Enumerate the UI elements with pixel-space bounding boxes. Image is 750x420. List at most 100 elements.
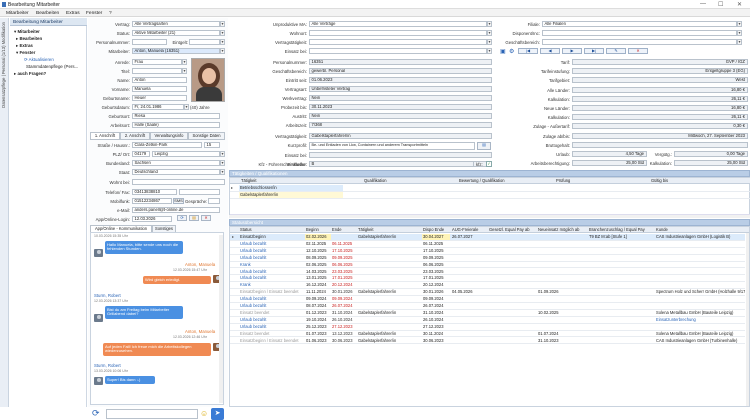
tab-verwaltungsinfo[interactable]: Verwaltungsinfo [150,132,188,139]
status-row[interactable]: Krank 02.06.2025 06.06.2025 06.06.2025 [230,262,745,269]
tree-item-fragen[interactable]: ▸ auch Fragen? [14,71,46,77]
skills-col-qualifikation[interactable]: Qualifikation [363,178,387,183]
mitarbeiter-select[interactable]: Anton, Manuela (16351) [132,48,220,54]
settings-icon[interactable]: ⚙ [509,48,517,55]
name-input[interactable]: Anton [132,77,187,83]
anrede-dropdown-icon[interactable]: ▾ [182,59,187,65]
refresh-icon[interactable]: ⟳ [92,408,102,420]
col-ende[interactable]: Ende [331,227,342,232]
titel-input[interactable] [132,68,182,74]
status-row[interactable]: Einsatzbeginn / Einsatz beendet 11.11.202… [230,289,745,297]
close-button[interactable]: ✕ [737,1,742,8]
unproduktiv-select[interactable]: Alle Verträge [309,21,487,27]
filiale-select[interactable]: Alle Filialen [542,21,737,27]
menu-fenster[interactable]: Fenster [86,11,102,16]
status-row[interactable]: Einsatzbeginn / Einsatz beendet 01.06.202… [230,338,745,345]
disponent-dropdown-icon[interactable]: ▾ [737,30,742,36]
strasse-input[interactable]: Clara-Zetkin-Park [132,142,202,148]
status-row[interactable]: Krank 16.12.2024 20.12.2024 20.12.2024 [230,282,745,290]
emoji-icon[interactable]: ☺ [200,409,209,419]
app-folder-icon[interactable]: ▤ [189,215,199,221]
status-row[interactable]: ▸ Einsatzbeginn 02.02.2026 Gabelstaplerfahr… [230,234,745,241]
kurzprofil-text[interactable]: Be- und Entladen von Lkw, Containern und… [309,142,475,150]
status-row[interactable]: Urlaub bezahlt 02.11.2025 06.11.2025 06.11.… [230,241,745,248]
telefon-input[interactable]: 03413838810 [132,189,177,195]
tab-app-kommunikation[interactable]: App/Online - Kommunikation [90,225,152,232]
bundesland-select[interactable]: Sachsen [132,160,220,166]
status-row[interactable]: Urlaub bezahlt 13.01.2025 17.01.2025 17.01.… [230,275,745,283]
menu-extras[interactable]: Extras [66,11,80,16]
app-sync-icon[interactable]: ⟳ [177,215,187,221]
disponent-select[interactable] [542,30,737,36]
col-branchenzuschlag[interactable]: Branchenzuschlag / Equal Pay [588,227,645,232]
col-neueinsatz[interactable]: Neueinsatz möglich ab [537,227,579,232]
col-beginn[interactable]: Beginn [305,227,319,232]
staat-select[interactable]: Deutschland [132,169,220,175]
col-equal-pay[interactable]: Gesetzl. Equal Pay ab [488,227,530,232]
status-dropdown-icon[interactable]: ▾ [220,30,225,36]
chat-message-input[interactable] [106,409,198,419]
skills-col-bewertung[interactable]: Bewertung / Qualifikation [458,178,505,183]
mitarbeiter-dropdown-icon[interactable]: ▾ [220,48,225,54]
status-row[interactable]: Urlaub bezahlt 14.03.2025 23.03.2025 23.03.… [230,269,745,276]
skills-col-pruefung[interactable]: Prüfung [555,178,570,183]
geburtsdatum-input[interactable]: Fr, 24.01.1986 [132,104,184,110]
wohnort-select[interactable] [309,30,487,36]
unproduktiv-dropdown-icon[interactable]: ▾ [487,21,492,27]
anrede-select[interactable]: Frau [132,59,182,65]
kurzprofil-edit-icon[interactable]: ▤ [477,142,491,150]
app-remove-icon[interactable]: ✕ [201,215,211,221]
wohnt-bei-input[interactable] [132,179,225,185]
filiale-dropdown-icon[interactable]: ▾ [737,21,742,27]
status-row[interactable]: Urlaub bezahlt 08.07.2024 26.07.2024 26.07.… [230,303,745,310]
tab-chat-sonstiges[interactable]: Sonstiges [152,225,176,232]
menu-help[interactable]: ? [109,11,112,16]
tree-item-aktualisieren[interactable]: ⟳ Aktualisieren [24,57,54,63]
fax-input[interactable] [179,189,220,195]
minimize-button[interactable]: — [700,1,706,7]
geburtsname-input[interactable]: Heuer [132,95,187,101]
vertrag-dropdown-icon[interactable]: ▾ [220,21,225,27]
gespraeche-input[interactable] [208,198,220,204]
app-login-input[interactable]: 12.03.2026 [132,216,172,222]
vertrag-select[interactable]: Alle Vertragsarten [132,21,220,27]
status-row[interactable]: Einsatz beendet 01.07.2023 13.12.2023 Gabel… [230,331,745,338]
menu-bearbeiten[interactable]: Bearbeiten [36,11,59,16]
vorname-input[interactable]: Manuela [132,86,187,92]
gbereich-select[interactable] [542,39,737,45]
staat-dropdown-icon[interactable]: ▾ [220,169,225,175]
col-aug[interactable]: AUG-Freierale [451,227,478,232]
splitter[interactable] [229,215,750,218]
personalnummer-input[interactable] [132,39,167,45]
skills-col-taetigkeit[interactable]: Tätigkeit [240,178,256,183]
status-row[interactable]: Einsatz beendet 01.12.2023 31.10.2024 Gabel… [230,310,745,317]
bundesland-dropdown-icon[interactable]: ▾ [220,160,225,166]
kfz-checkbox[interactable]: ✓ [486,161,492,167]
status-scrollbar[interactable] [746,233,749,406]
entgelt-dropdown-icon[interactable]: ▾ [220,39,225,45]
skills-col-gueltig[interactable]: Gültig bis [650,178,668,183]
arbeitsort-input[interactable]: Halle (Saale) [132,122,220,128]
col-kunde[interactable]: Kunde [655,227,668,232]
maximize-button[interactable]: ☐ [718,1,723,8]
tree-item-mitarbeiter[interactable]: ▾ Mitarbeiter [14,29,40,35]
entgelt-input[interactable] [189,39,220,45]
ort-dropdown-icon[interactable]: ▾ [220,151,225,157]
status-row[interactable]: Urlaub bezahlt 19.10.2024 26.10.2024 26.10.… [230,317,745,324]
col-status[interactable]: Status [239,227,252,232]
tree-item-bearbeiten[interactable]: ▸ Bearbeiten [16,36,42,42]
geburtsort-input[interactable]: Riesa [132,113,220,119]
einsatz-dropdown-icon[interactable]: ▾ [487,48,492,54]
edit-button[interactable]: ✎ [606,48,626,54]
nav-first-button[interactable]: |◀ [518,48,538,54]
einsatz-filter-select[interactable] [309,48,487,54]
mobilfunk-input[interactable]: 01512234867 [132,198,172,204]
delete-button[interactable]: ✕ [628,48,648,54]
menu-mitarbeiter[interactable]: Mitarbeiter [6,11,29,16]
skills-row[interactable]: ▸ Betriebsschlosser/in [230,185,750,192]
col-dispo-ende[interactable]: Dispo Ende [422,227,444,232]
geburtsdatum-dropdown-icon[interactable]: ▾ [184,104,189,110]
ort-input[interactable]: Leipzig [152,151,220,157]
nav-last-button[interactable]: ▶| [584,48,604,54]
tab-sonstige-daten[interactable]: Sonstige Daten [188,132,225,139]
